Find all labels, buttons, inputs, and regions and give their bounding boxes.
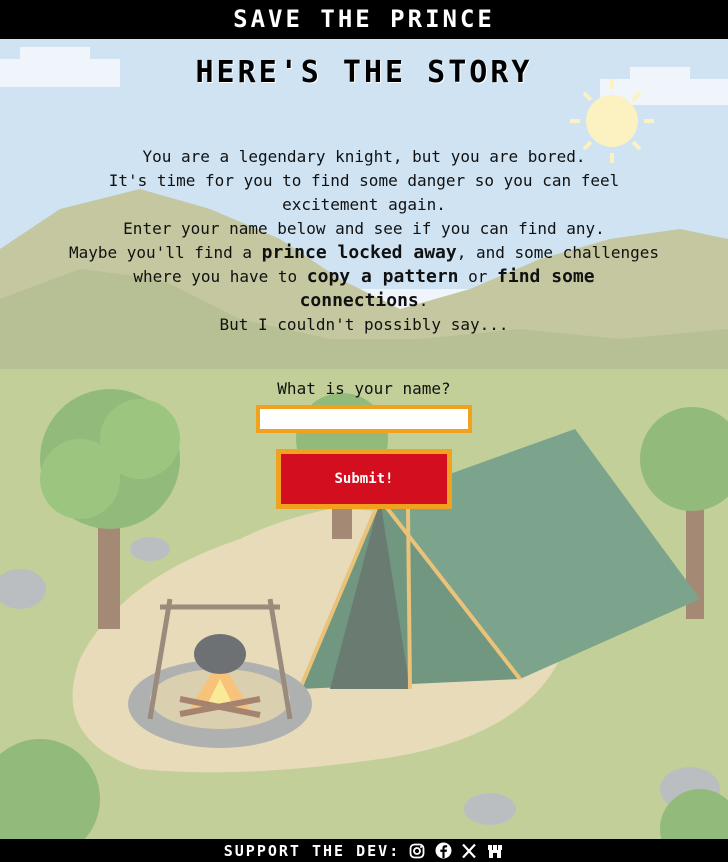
submit-button[interactable]: Submit! xyxy=(276,449,452,509)
story-line-5: But I couldn't possibly say... xyxy=(219,315,509,334)
shop-icon[interactable] xyxy=(486,842,504,860)
story-line-4-pre: Maybe you'll find a xyxy=(68,243,262,262)
story-text: You are a legendary knight, but you are … xyxy=(64,145,664,337)
story-highlight-prince: prince locked away xyxy=(261,242,457,263)
instagram-icon[interactable] xyxy=(408,842,426,860)
footer-bar: SUPPORT THE DEV: xyxy=(0,839,728,862)
story-line-1: You are a legendary knight, but you are … xyxy=(142,147,586,166)
name-input[interactable] xyxy=(256,405,472,433)
page-heading: HERE'S THE STORY xyxy=(195,55,533,90)
x-icon[interactable] xyxy=(460,842,478,860)
site-title: SAVE THE PRINCE xyxy=(233,5,495,33)
story-line-2: It's time for you to find some danger so… xyxy=(108,171,620,214)
story-highlight-pattern: copy a pattern xyxy=(306,266,459,287)
story-line-3: Enter your name below and see if you can… xyxy=(123,219,605,238)
story-line-4: Maybe you'll find a prince locked away, … xyxy=(64,241,664,313)
facebook-icon[interactable] xyxy=(434,842,452,860)
story-line-4-end: . xyxy=(418,291,429,310)
support-label: SUPPORT THE DEV: xyxy=(223,841,401,860)
site-title-bar: SAVE THE PRINCE xyxy=(0,0,728,39)
story-line-4-mid: or xyxy=(458,267,498,286)
name-prompt: What is your name? xyxy=(277,379,451,398)
main-content: HERE'S THE STORY You are a legendary kni… xyxy=(0,39,728,509)
